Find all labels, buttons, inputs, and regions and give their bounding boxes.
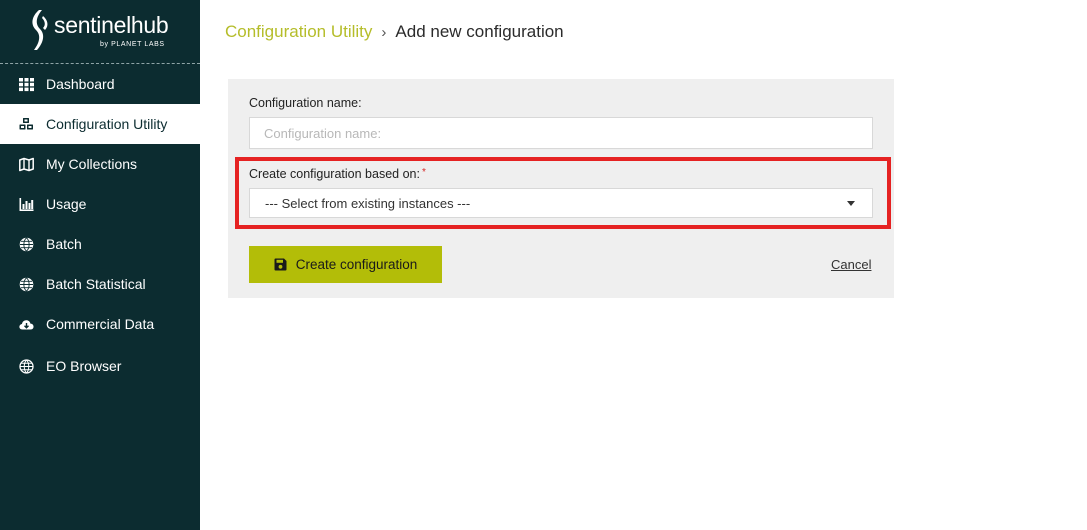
breadcrumb: Configuration Utility › Add new configur… (225, 22, 564, 42)
sidebar-item-configuration-utility[interactable]: Configuration Utility (0, 104, 200, 144)
sidebar-item-label: Commercial Data (46, 316, 155, 332)
sidebar-item-commercial-data[interactable]: Commercial Data (0, 304, 200, 344)
breadcrumb-separator-icon: › (381, 23, 387, 41)
sidebar-item-label: Configuration Utility (46, 116, 168, 132)
configuration-name-label: Configuration name: (249, 96, 362, 110)
sidebar-item-batch[interactable]: Batch (0, 224, 200, 264)
page-title: Add new configuration (395, 22, 564, 41)
sidebar: sentinelhub by PLANET LABS Dashboard Con… (0, 0, 200, 530)
based-on-instance-select[interactable]: --- Select from existing instances --- (249, 188, 873, 218)
globe-icon (19, 276, 34, 292)
required-marker: * (421, 167, 426, 178)
configuration-name-input[interactable] (249, 117, 873, 149)
map-icon (19, 157, 34, 171)
sidebar-item-usage[interactable]: Usage (0, 184, 200, 224)
sidebar-item-label: Usage (46, 196, 87, 212)
cubes-icon (19, 117, 33, 129)
cloud-download-icon (19, 319, 34, 329)
caret-down-icon (847, 201, 855, 206)
create-configuration-button[interactable]: Create configuration (249, 246, 442, 283)
add-configuration-form: Configuration name: Create configuration… (228, 79, 894, 298)
sidebar-item-label: EO Browser (46, 358, 122, 374)
cancel-link[interactable]: Cancel (831, 257, 871, 272)
based-on-label: Create configuration based on: * (249, 167, 426, 181)
brand-name: sentinelhub (54, 12, 169, 38)
sidebar-item-label: Dashboard (46, 76, 115, 92)
save-icon (274, 258, 287, 271)
create-configuration-label: Create configuration (295, 257, 418, 272)
sidebar-item-dashboard[interactable]: Dashboard (0, 64, 200, 104)
grid-icon (19, 77, 34, 91)
sidebar-item-label: Batch (46, 236, 82, 252)
sidebar-item-label: My Collections (46, 156, 138, 172)
based-on-label-text: Create configuration based on: (249, 167, 420, 181)
sidebar-item-label: Batch Statistical (46, 276, 146, 292)
brand-logo[interactable]: sentinelhub by PLANET LABS (0, 0, 200, 64)
sentinelhub-logo-icon (32, 10, 48, 50)
sidebar-item-batch-statistical[interactable]: Batch Statistical (0, 264, 200, 304)
sidebar-item-eo-browser[interactable]: EO Browser (0, 346, 200, 386)
sidebar-item-my-collections[interactable]: My Collections (0, 144, 200, 184)
globe-outline-icon (19, 358, 34, 374)
based-on-selected-value: --- Select from existing instances --- (265, 195, 471, 211)
globe-icon (19, 236, 34, 252)
brand-tagline: by PLANET LABS (100, 41, 165, 48)
breadcrumb-configuration-utility-link[interactable]: Configuration Utility (225, 22, 372, 42)
bar-chart-icon (19, 197, 34, 211)
